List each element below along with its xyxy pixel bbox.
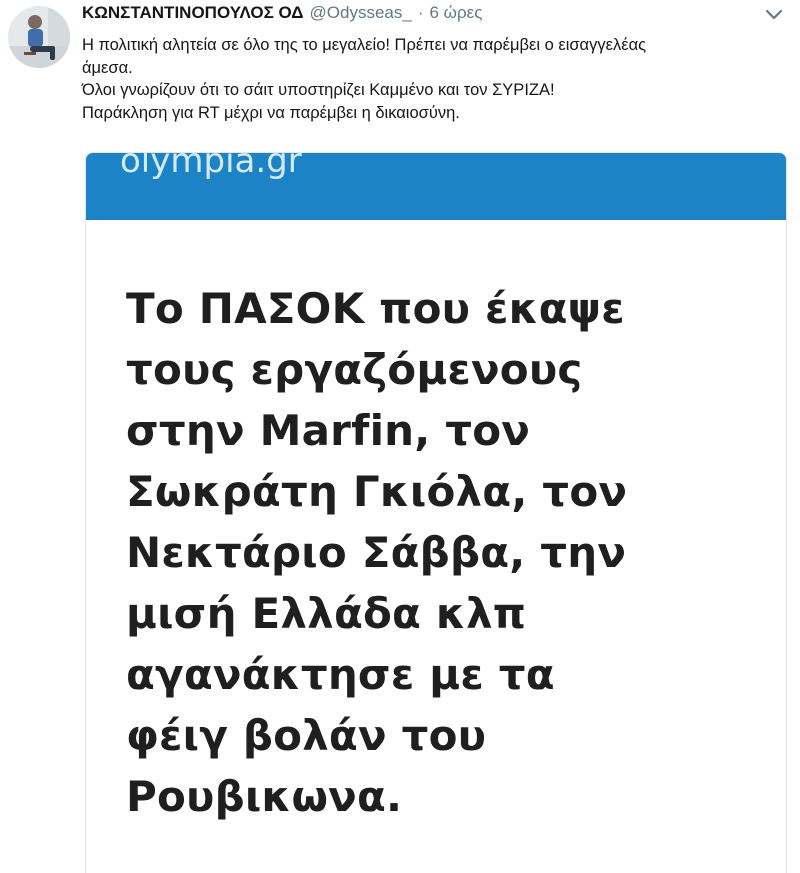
user-photo-icon — [8, 6, 70, 68]
avatar[interactable] — [8, 6, 70, 68]
headline-line: Σωκράτη Γκιόλα, τον — [126, 467, 628, 516]
tweet-text-line: Όλοι γνωρίζουν ότι το σάιτ υποστηρίζει Κ… — [82, 81, 555, 99]
headline-line: φέιγ βολάν του — [126, 711, 487, 760]
tweet-text-line: Η πολιτική αλητεία σε όλο της το μεγαλεί… — [82, 36, 647, 54]
header-separator: · — [417, 3, 424, 22]
tweet-header: ΚΩΝΣΤΑΝΤΙΝΟΠΟΥΛΟΣ ΟΔ @Odysseas_ · 6 ώρες — [82, 2, 482, 26]
card-site-name: olympia.gr — [120, 153, 302, 181]
headline-line: τους εργαζόμενους — [126, 345, 583, 394]
headline-line: Νεκτάριο Σάββα, την — [126, 528, 627, 577]
author-full-name[interactable]: ΚΩΝΣΤΑΝΤΙΝΟΠΟΥΛΟΣ ΟΔ — [82, 2, 304, 24]
headline-line: Ρουβικωνα. — [126, 772, 403, 821]
link-card[interactable]: olympia.gr Το ΠΑΣΟΚ που έκαψε τους εργαζ… — [85, 152, 787, 873]
headline-line: μισή Ελλάδα κλπ — [126, 589, 527, 638]
tweet-timestamp[interactable]: 6 ώρες — [430, 2, 483, 24]
chevron-down-icon — [765, 9, 783, 20]
tweet-text-line: άμεσα. — [82, 58, 133, 77]
author-handle[interactable]: @Odysseas_ — [310, 2, 412, 24]
tweet-text: Η πολιτική αλητεία σε όλο της το μεγαλεί… — [82, 34, 772, 124]
headline-line: αγανάκτησε με τα — [126, 650, 555, 699]
tweet: ΚΩΝΣΤΑΝΤΙΝΟΠΟΥΛΟΣ ΟΔ @Odysseas_ · 6 ώρες… — [0, 0, 800, 873]
headline-line: στην Marfin, τον — [126, 406, 531, 455]
headline-line: Το ΠΑΣΟΚ που έκαψε — [126, 284, 625, 333]
card-banner: olympia.gr — [86, 153, 786, 220]
tweet-text-line: Παράκληση για RT μέχρι να παρέμβει η δικ… — [82, 103, 460, 122]
card-headline: Το ΠΑΣΟΚ που έκαψε τους εργαζόμενους στη… — [126, 278, 766, 827]
tweet-menu-button[interactable] — [764, 8, 784, 22]
